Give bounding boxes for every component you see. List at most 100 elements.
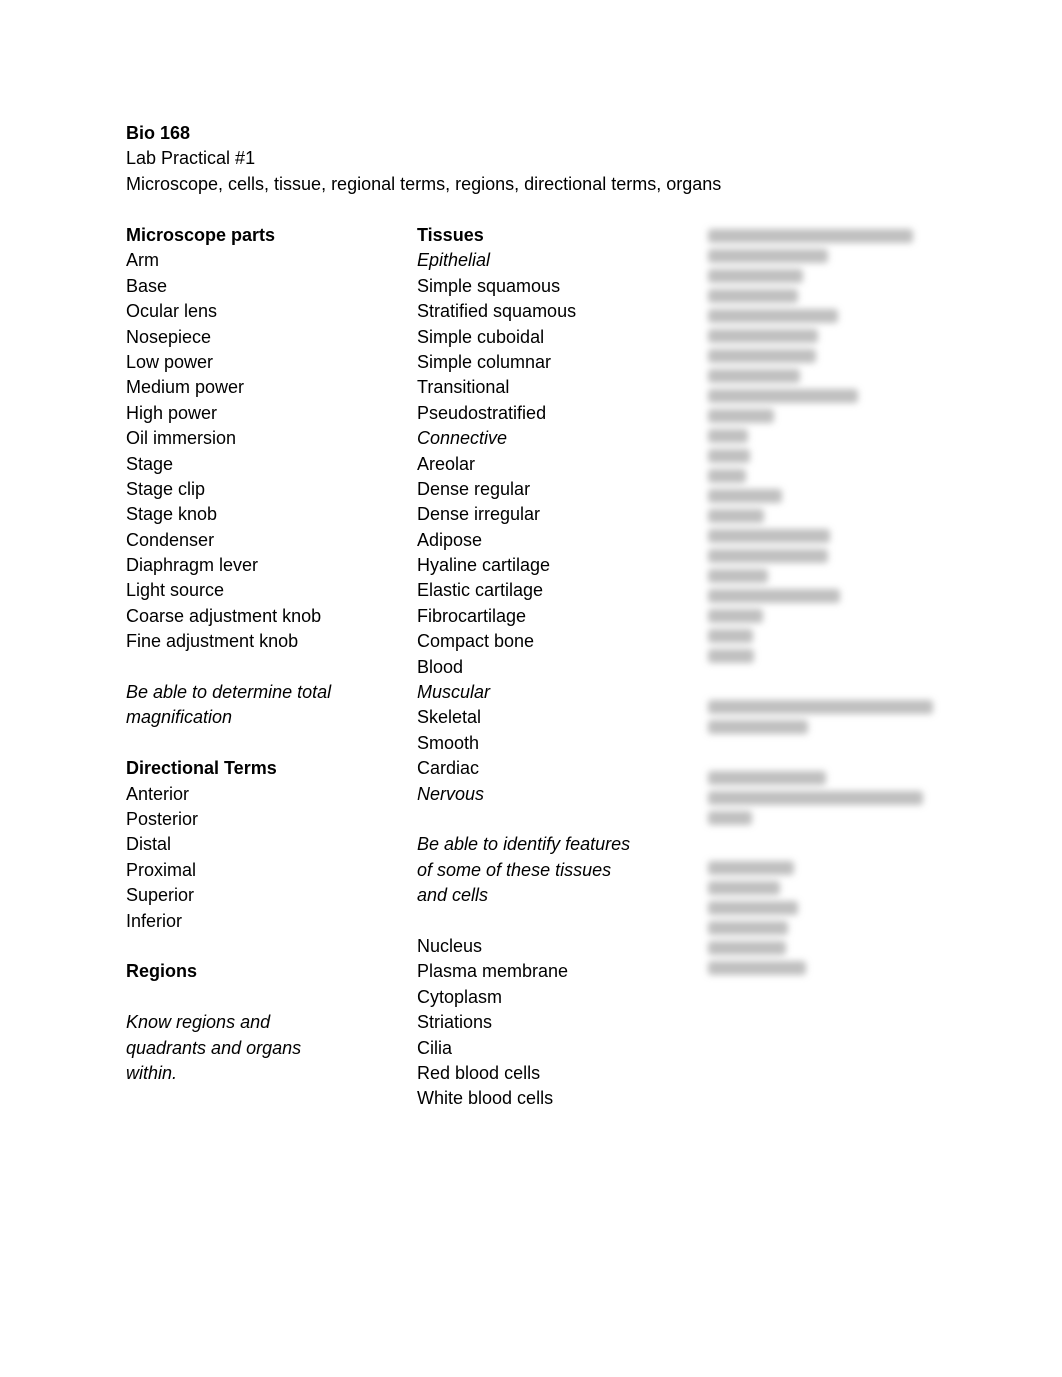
blurred-line [708,790,923,805]
blurred-line [708,699,933,714]
blurred-line [708,329,818,343]
list-item: Base [126,275,168,296]
list-item: Light source [126,580,225,601]
blurred-line [708,549,828,563]
list-item: Simple cuboidal [417,326,545,347]
list-item: Medium power [126,377,245,398]
document-header: Bio 168 Lab Practical #1 Microscope, cel… [126,121,721,197]
blurred-line [708,229,913,243]
section-heading-microscope: Microscope parts [126,225,276,245]
column-microscope-directional-regions: Microscope parts Arm Base Ocular lens No… [126,223,396,1086]
blurred-line [708,961,806,976]
list-item: Stage knob [126,504,218,525]
list-item: Arm [126,250,159,271]
list-item: Cytoplasm [417,986,503,1007]
column-tissues: Tissues Epithelial Simple squamous Strat… [417,223,687,1112]
document-subtitle: Microscope, cells, tissue, regional term… [126,173,722,194]
list-item: Dense irregular [417,504,541,525]
blurred-line [708,941,786,956]
list-item: Nucleus [417,935,483,956]
list-item: Red blood cells [417,1062,541,1083]
list-item: Areolar [417,453,476,474]
list-item: Pseudostratified [417,402,547,423]
blurred-line [708,469,746,483]
blurred-line [708,369,800,383]
blurred-line [708,770,826,785]
list-item: Transitional [417,377,510,398]
section-heading-directional: Directional Terms [126,758,277,779]
blurred-line [708,810,752,825]
blurred-line [708,489,782,503]
blurred-line [708,589,840,603]
course-title: Bio 168 [126,123,191,143]
regions-note-line: quadrants and organs [126,1037,302,1058]
blurred-line [708,569,768,583]
magnification-note-line: magnification [126,707,233,728]
blurred-line [708,509,764,523]
list-item: Hyaline cartilage [417,555,551,576]
list-item: Skeletal [417,707,482,728]
blurred-line [708,629,753,643]
list-item: Stratified squamous [417,301,577,322]
column-blurred-content [708,223,968,981]
list-item: Oil immersion [126,428,237,449]
list-item: Fibrocartilage [417,605,527,626]
blurred-line [708,249,828,263]
subheading-connective: Connective [417,428,508,449]
subheading-nervous: Nervous [417,783,485,804]
features-note-line: Be able to identify features [417,834,631,855]
list-item: Cardiac [417,758,480,779]
list-item: Coarse adjustment knob [126,605,322,626]
list-item: Inferior [126,910,183,931]
list-item: White blood cells [417,1088,554,1109]
blurred-line [708,529,830,543]
blurred-line [708,861,794,876]
list-item: Simple squamous [417,275,561,296]
list-item: Condenser [126,529,215,550]
list-item: Nosepiece [126,326,212,347]
list-item: Simple columnar [417,351,552,372]
list-item: Fine adjustment knob [126,631,299,652]
regions-note-line: within. [126,1062,178,1083]
section-heading-regions: Regions [126,961,198,982]
regions-note-line: Know regions and [126,1012,271,1033]
list-item: Stage clip [126,478,206,499]
list-item: Posterior [126,808,199,829]
blurred-line [708,269,803,283]
list-item: Smooth [417,732,480,753]
list-item: Elastic cartilage [417,580,544,601]
directional-terms-list: Anterior Posterior Distal Proximal Super… [126,782,396,934]
list-item: Proximal [126,859,197,880]
features-note-line: and cells [417,885,489,906]
document-title: Lab Practical #1 [126,148,256,169]
blurred-line [708,719,808,734]
features-note-line: of some of these tissues [417,859,612,880]
list-item: Striations [417,1012,493,1033]
list-item: Blood [417,656,464,677]
list-item: Plasma membrane [417,961,569,982]
list-item: High power [126,402,218,423]
blurred-line [708,881,780,896]
blurred-line [708,449,750,463]
blurred-line [708,409,774,423]
subheading-muscular: Muscular [417,682,491,703]
blurred-line [708,649,754,663]
magnification-note-line: Be able to determine total [126,682,332,703]
blurred-line [708,429,748,443]
list-item: Superior [126,885,195,906]
list-item: Stage [126,453,174,474]
list-item: Adipose [417,529,483,550]
list-item: Compact bone [417,631,535,652]
blurred-line [708,901,798,916]
blurred-line [708,921,788,936]
blurred-line [708,309,838,323]
